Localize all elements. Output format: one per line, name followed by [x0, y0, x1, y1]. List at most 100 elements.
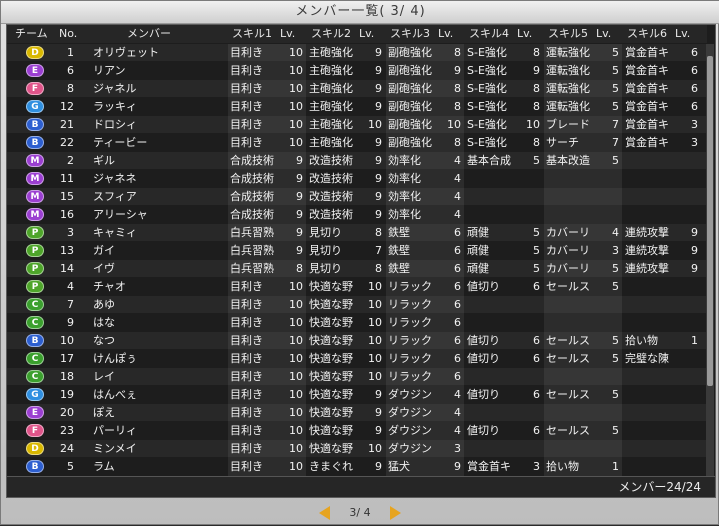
cell-l4: [518, 170, 540, 187]
table-row[interactable]: M 11 ジャネネ 合成技術 9 改造技術 9 効率化 4: [7, 170, 707, 187]
cell-l6: [676, 152, 698, 169]
scrollbar-thumb[interactable]: [707, 56, 713, 386]
cell-no: 14: [60, 262, 74, 275]
table-row[interactable]: F 23 パーリィ 目利き 10 快適な野 9 ダウジン 4 値切り 6 セールス 5: [7, 422, 707, 439]
cell-l3: 6: [454, 244, 461, 257]
cell-l1: 9: [296, 190, 303, 203]
table-row[interactable]: C 7 あゆ 目利き 10 快適な野 10 リラック 6: [7, 296, 707, 313]
cell-l4: [518, 206, 540, 223]
table-row[interactable]: D 24 ミンメイ 目利き 10 快適な野 10 ダウジン 3: [7, 440, 707, 457]
table-row[interactable]: C 9 はな 目利き 10 快適な野 10 リラック 6: [7, 314, 707, 331]
page-indicator: 3/ 4: [349, 506, 371, 519]
cell-s3: 猛犬: [388, 460, 410, 473]
cell-s5: 運転強化: [546, 46, 590, 59]
member-list-window: メンバー一覧( 3/ 4) チーム No. メンバー スキル1 Lv. スキル2…: [0, 0, 719, 525]
prev-page-arrow-icon[interactable]: [319, 506, 330, 520]
header-member: メンバー: [127, 27, 171, 40]
cell-no: 4: [67, 280, 74, 293]
cell-l6: 1: [691, 334, 698, 347]
cell-l3: 4: [454, 388, 461, 401]
table-row[interactable]: B 22 ティービー 目利き 10 主砲強化 9 副砲強化 8 S-E強化 8 サーチ 7 賞金首キ 3: [7, 134, 707, 151]
cell-s4: [467, 188, 517, 205]
cell-s4: 基本合成: [467, 154, 511, 167]
table-row[interactable]: B 5 ラム 目利き 10 きまぐれ 9 猛犬 9 賞金首キ 3 拾い物 1: [7, 458, 707, 475]
table-row[interactable]: M 2 ギル 合成技術 9 改造技術 9 効率化 4 基本合成 5 基本改造 5: [7, 152, 707, 169]
cell-l6: [676, 278, 698, 295]
vertical-scrollbar[interactable]: [706, 44, 714, 478]
cell-s5: 基本改造: [546, 154, 590, 167]
cell-s5: セールス: [546, 424, 590, 437]
table-row[interactable]: C 17 けんぽぅ 目利き 10 快適な野 10 リラック 6 値切り 6 セールス 5 完璧な陳: [7, 350, 707, 367]
cell-s4: [467, 440, 517, 457]
table-row[interactable]: P 14 イヴ 白兵習熟 8 見切り 8 鉄壁 6 頑健 5 カバーリ 5 連続攻撃 9: [7, 260, 707, 277]
cell-l3: 4: [454, 406, 461, 419]
table-row[interactable]: B 21 ドロシィ 目利き 10 主砲強化 10 副砲強化 10 S-E強化 10 ブレード 7 賞金首キ…: [7, 116, 707, 133]
table-row[interactable]: F 8 ジャネル 目利き 10 主砲強化 9 副砲強化 8 S-E強化 8 運転強化 5 賞金首キ 6: [7, 80, 707, 97]
cell-s2: 快適な野: [309, 316, 353, 329]
cell-s3: 副砲強化: [388, 46, 432, 59]
cell-l5: [597, 404, 619, 421]
cell-l3: 6: [454, 352, 461, 365]
cell-s4: 頑健: [467, 226, 489, 239]
cell-l1: 10: [289, 406, 303, 419]
cell-s6: [625, 152, 675, 169]
cell-s6: 拾い物: [625, 334, 658, 347]
cell-s5: [546, 296, 596, 313]
cell-s6: [625, 422, 675, 439]
cell-s3: ダウジン: [388, 388, 432, 401]
cell-s5: 運転強化: [546, 82, 590, 95]
table-row[interactable]: M 16 アリーシャ 合成技術 9 改造技術 9 効率化 4: [7, 206, 707, 223]
cell-l1: 9: [296, 244, 303, 257]
table-row[interactable]: G 12 ラッキィ 目利き 10 主砲強化 9 副砲強化 8 S-E強化 8 運転強化 5 賞金首キ 6: [7, 98, 707, 115]
cell-s2: 主砲強化: [309, 136, 353, 149]
cell-l3: 8: [454, 46, 461, 59]
cell-s3: ダウジン: [388, 406, 432, 419]
table-row[interactable]: M 15 スフィア 合成技術 9 改造技術 9 効率化 4: [7, 188, 707, 205]
table-row[interactable]: C 18 レイ 目利き 10 快適な野 10 リラック 6: [7, 368, 707, 385]
cell-s1: 白兵習熟: [230, 226, 274, 239]
cell-s3: リラック: [388, 298, 432, 311]
cell-no: 10: [60, 334, 74, 347]
cell-s5: カバーリ: [546, 226, 590, 239]
cell-no: 18: [60, 370, 74, 383]
cell-l4: [518, 404, 540, 421]
cell-s2: 見切り: [309, 244, 342, 257]
cell-name: スフィア: [93, 190, 137, 203]
table-footer: メンバー24/24: [7, 476, 715, 497]
cell-l1: 9: [296, 208, 303, 221]
cell-name: ギル: [93, 154, 115, 167]
cell-l2: 10: [368, 370, 382, 383]
cell-l6: 3: [691, 136, 698, 149]
table-row[interactable]: G 19 はんべぇ 目利き 10 快適な野 9 ダウジン 4 値切り 6 セールス 5: [7, 386, 707, 403]
cell-no: 15: [60, 190, 74, 203]
table-row[interactable]: E 20 ぽえ 目利き 10 快適な野 9 ダウジン 4: [7, 404, 707, 421]
cell-l1: 10: [289, 118, 303, 131]
cell-s2: 快適な野: [309, 388, 353, 401]
cell-s6: [625, 440, 675, 457]
cell-l2: 9: [375, 208, 382, 221]
table-row[interactable]: P 3 キャミィ 白兵習熟 9 見切り 8 鉄壁 6 頑健 5 カバーリ 4 連続攻撃 9: [7, 224, 707, 241]
cell-s5: [546, 170, 596, 187]
cell-l6: [676, 458, 698, 475]
table-row[interactable]: E 6 リアン 目利き 10 主砲強化 9 副砲強化 9 S-E強化 9 運転強化 5 賞金首キ 6: [7, 62, 707, 79]
cell-name: ドロシィ: [93, 118, 137, 131]
cell-name: ジャネネ: [93, 172, 137, 185]
cell-s2: 主砲強化: [309, 46, 353, 59]
header-skill1: スキル1: [232, 27, 272, 40]
cell-s1: 目利き: [230, 298, 263, 311]
cell-s2: 快適な野: [309, 334, 353, 347]
table-row[interactable]: P 13 ガイ 白兵習熟 9 見切り 7 鉄壁 6 頑健 5 カバーリ 3 連続攻撃 9: [7, 242, 707, 259]
cell-l3: 6: [454, 334, 461, 347]
cell-no: 22: [60, 136, 74, 149]
cell-s1: 目利き: [230, 280, 263, 293]
cell-s1: 目利き: [230, 316, 263, 329]
table-row[interactable]: D 1 オリヴェット 目利き 10 主砲強化 9 副砲強化 8 S-E強化 8 運転強化 5 賞金首キ 6: [7, 44, 707, 61]
table-row[interactable]: P 4 チャオ 目利き 10 快適な野 10 リラック 6 値切り 6 セールス 5: [7, 278, 707, 295]
next-page-arrow-icon[interactable]: [390, 506, 401, 520]
cell-s4: [467, 296, 517, 313]
header-skill6: スキル6: [627, 27, 667, 40]
table-row[interactable]: B 10 なつ 目利き 10 快適な野 10 リラック 6 値切り 6 セールス 5 拾い物 1: [7, 332, 707, 349]
cell-no: 17: [60, 352, 74, 365]
cell-l1: 10: [289, 334, 303, 347]
cell-s6: [625, 278, 675, 295]
